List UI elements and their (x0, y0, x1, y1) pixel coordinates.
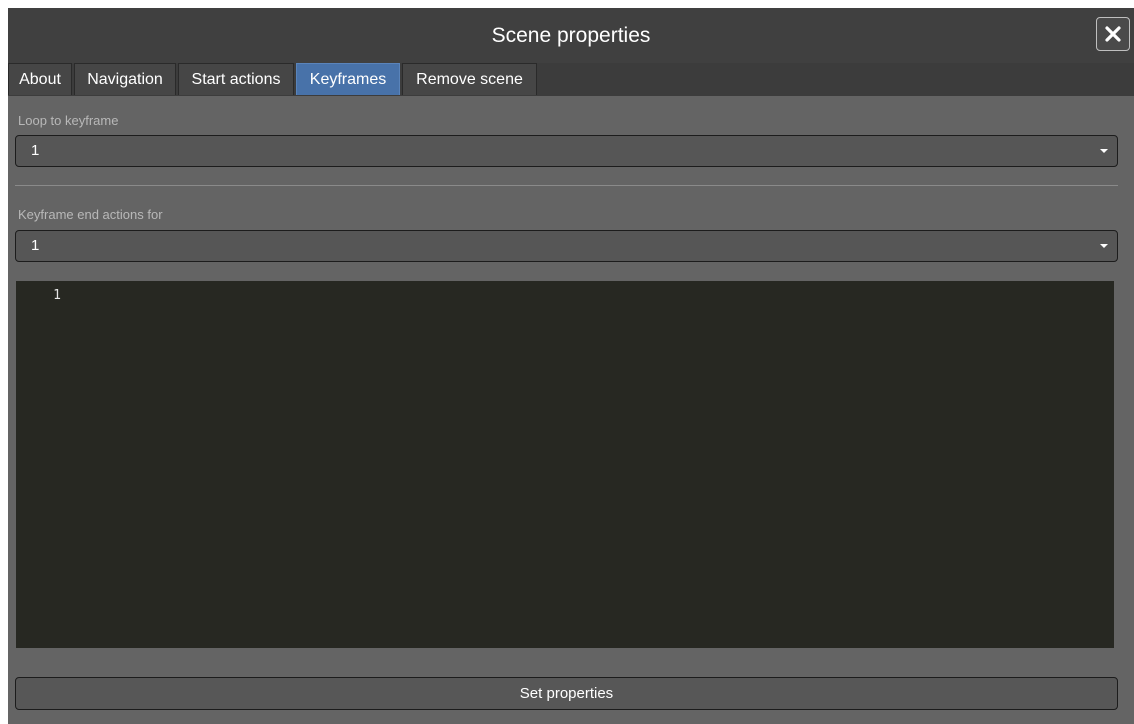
tab-remove-scene[interactable]: Remove scene (402, 63, 537, 95)
loop-to-keyframe-label: Loop to keyframe (18, 113, 119, 128)
dialog-title: Scene properties (491, 24, 651, 47)
tab-keyframes[interactable]: Keyframes (296, 63, 400, 95)
tab-about[interactable]: About (8, 63, 72, 95)
set-properties-button[interactable]: Set properties (15, 677, 1118, 710)
close-button[interactable] (1096, 17, 1130, 51)
dialog-titlebar: Scene properties (8, 8, 1134, 63)
caret-down-icon (1100, 149, 1108, 153)
tab-bar: About Navigation Start actions Keyframes… (8, 63, 1134, 96)
keyframe-end-actions-label: Keyframe end actions for (18, 207, 163, 222)
loop-to-keyframe-select[interactable]: 1 (15, 135, 1118, 167)
tab-navigation[interactable]: Navigation (74, 63, 176, 95)
keyframe-end-actions-select[interactable]: 1 (15, 230, 1118, 262)
scene-properties-dialog: Scene properties About Navigation Start … (8, 8, 1134, 724)
keyframe-end-actions-value: 1 (31, 237, 40, 254)
caret-down-icon (1100, 244, 1108, 248)
loop-to-keyframe-value: 1 (31, 142, 40, 159)
tab-start-actions[interactable]: Start actions (178, 63, 294, 95)
code-editor[interactable]: 1 (16, 281, 1114, 648)
line-number: 1 (53, 288, 61, 303)
close-icon (1105, 26, 1121, 42)
section-divider (15, 185, 1118, 186)
